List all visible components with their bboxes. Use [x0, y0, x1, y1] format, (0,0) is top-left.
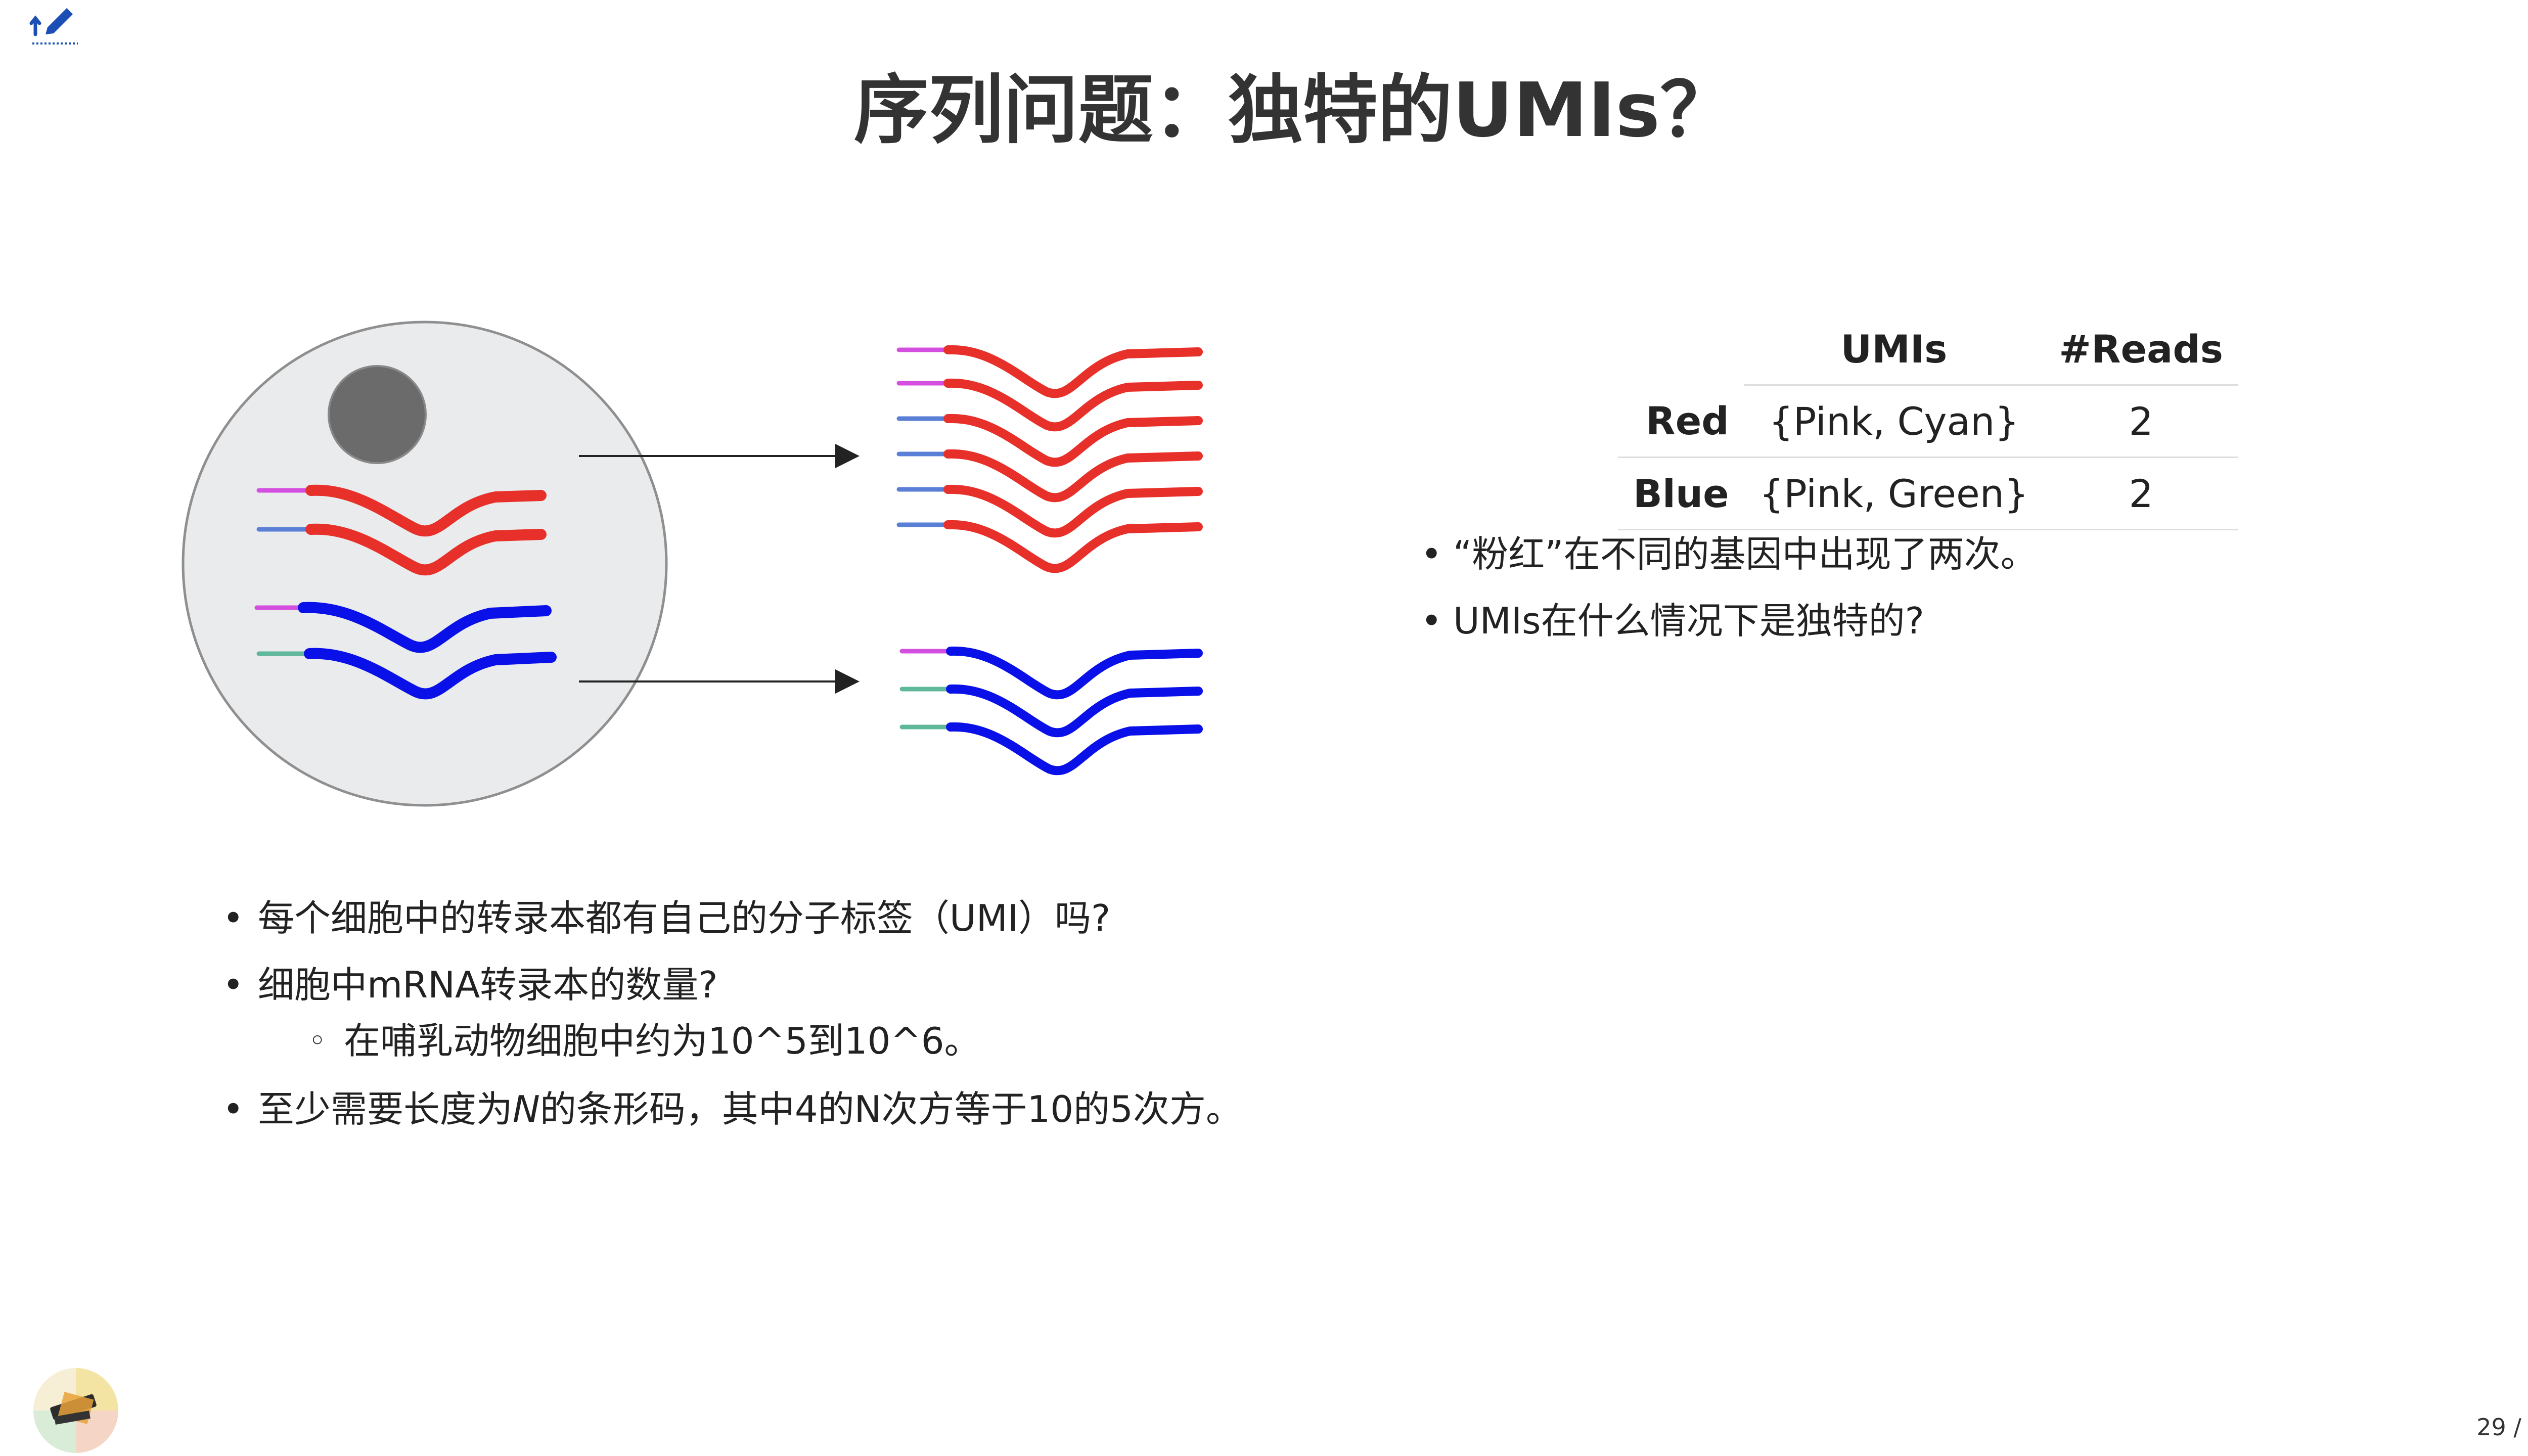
- bullet-variable: N: [513, 1088, 540, 1130]
- bottom-bullet-list: 每个细胞中的转录本都有自己的分子标签（UMI）吗? 细胞中mRNA转录本的数量?…: [222, 885, 1942, 1143]
- cell-circle: [182, 321, 668, 807]
- table-header-row: UMIs #Reads: [1618, 313, 2238, 386]
- blue-reads: [899, 646, 1203, 776]
- table-cell-umis: {Pink, Cyan}: [1744, 385, 2044, 458]
- table-cell-name: Blue: [1618, 457, 1744, 530]
- table-cell-umis: {Pink, Green}: [1744, 457, 2044, 530]
- bullet-text-post: 的条形码，其中4的N次方等于10的5次方。: [539, 1088, 1242, 1130]
- table-header-reads: #Reads: [2044, 313, 2238, 386]
- slide: 序列问题：独特的UMIs？ UMIs #Reads Red {Pink, Cya…: [0, 0, 2528, 1456]
- bullet-text-pre: 至少需要长度为: [258, 1088, 513, 1130]
- sub-bullet-list: 在哺乳动物细胞中约为10^5到10^6。: [258, 1013, 1942, 1069]
- bullet-text: 细胞中mRNA转录本的数量?: [258, 964, 718, 1006]
- table-cell-name: Red: [1618, 385, 1744, 458]
- right-bullet-list: “粉红”在不同的基因中出现了两次。 UMIs在什么情况下是独特的?: [1421, 521, 2482, 654]
- umi-reads-table: UMIs #Reads Red {Pink, Cyan} 2 Blue {Pin…: [1618, 313, 2238, 530]
- table-row: Blue {Pink, Green} 2: [1618, 457, 2238, 530]
- nucleus: [328, 365, 427, 464]
- bullet-item: UMIs在什么情况下是独特的?: [1421, 587, 2482, 654]
- bullet-item: “粉红”在不同的基因中出现了两次。: [1421, 521, 2482, 587]
- bullet-item: 细胞中mRNA转录本的数量? 在哺乳动物细胞中约为10^5到10^6。: [222, 951, 1942, 1069]
- table-header-blank: [1618, 313, 1744, 385]
- page-number: 29 / 62: [2476, 1414, 2528, 1441]
- edit-pencil-icon[interactable]: [29, 4, 85, 50]
- red-reads: [896, 345, 1203, 573]
- table-cell-reads: 2: [2044, 385, 2238, 458]
- umi-diagram: [182, 321, 1203, 807]
- table-header-umis: UMIs: [1744, 313, 2044, 386]
- bullet-item: 至少需要长度为N的条形码，其中4的N次方等于10的5次方。: [222, 1076, 1942, 1143]
- sub-bullet-item: 在哺乳动物细胞中约为10^5到10^6。: [258, 1013, 1942, 1069]
- bullet-item: 每个细胞中的转录本都有自己的分子标签（UMI）吗?: [222, 885, 1942, 951]
- table-cell-reads: 2: [2044, 457, 2238, 530]
- slide-title: 序列问题：独特的UMIs？: [853, 67, 1735, 154]
- table-row: Red {Pink, Cyan} 2: [1618, 385, 2238, 458]
- logo-icon[interactable]: [30, 1365, 121, 1456]
